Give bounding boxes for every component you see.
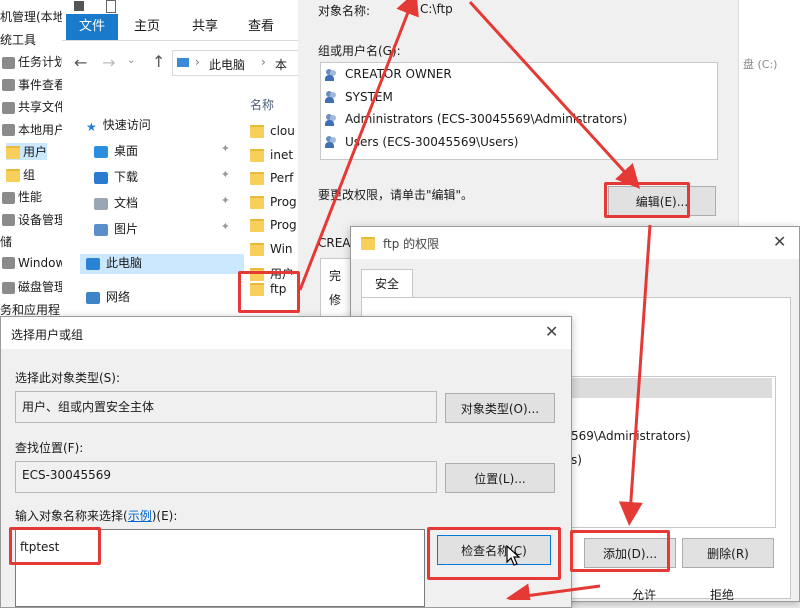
annotation-arrows (298, 0, 652, 600)
